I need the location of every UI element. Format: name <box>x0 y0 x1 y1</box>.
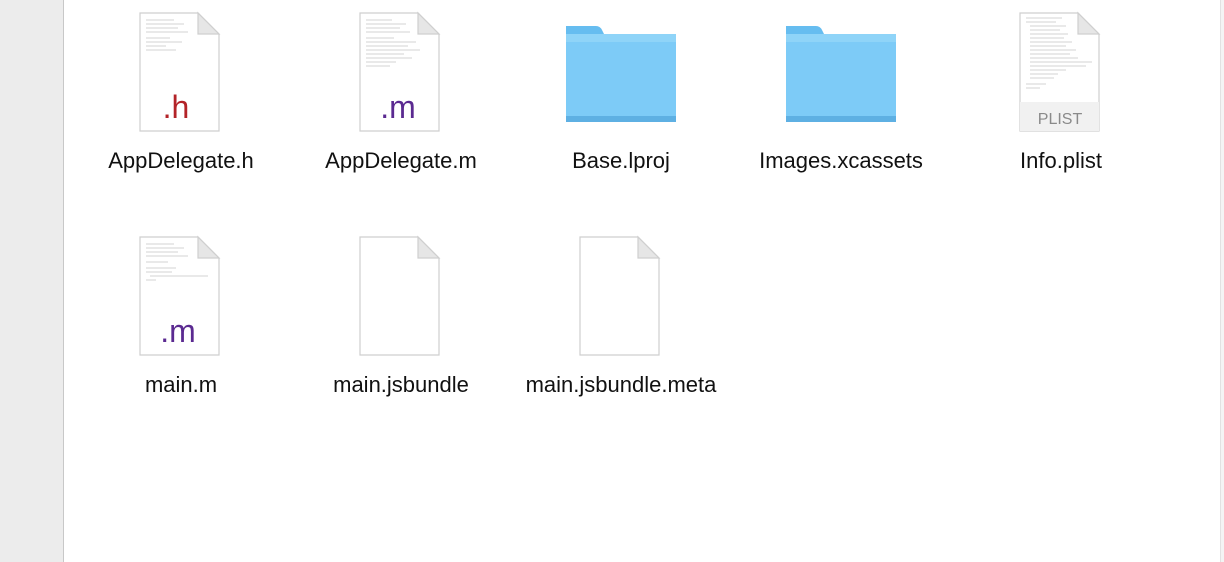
scrollbar[interactable] <box>1220 0 1224 562</box>
file-item-images-xcassets[interactable]: Images.xcassets <box>731 0 951 177</box>
file-item-appdelegate-m[interactable]: .m AppDelegate.m <box>291 0 511 177</box>
objc-file-icon: .m <box>346 0 456 134</box>
file-name: main.m <box>144 372 218 397</box>
file-item-main-jsbundle-meta[interactable]: main.jsbundle.meta <box>511 224 731 401</box>
file-badge: PLIST <box>1038 111 1083 128</box>
sidebar <box>0 0 64 562</box>
file-item-info-plist[interactable]: PLIST Info.plist <box>951 0 1171 177</box>
blank-document-icon <box>566 224 676 358</box>
header-file-icon: .h <box>126 0 236 134</box>
file-name: Base.lproj <box>572 148 670 173</box>
folder-icon <box>566 0 676 134</box>
file-name: AppDelegate.m <box>325 148 477 173</box>
file-name: main.jsbundle <box>333 372 469 397</box>
file-name: AppDelegate.h <box>108 148 254 173</box>
file-item-main-m[interactable]: .m main.m <box>71 224 291 401</box>
plist-file-icon: PLIST <box>1006 0 1116 134</box>
file-name: main.jsbundle.meta <box>525 372 717 397</box>
file-badge: .h <box>163 89 190 125</box>
file-item-main-jsbundle[interactable]: main.jsbundle <box>291 224 511 401</box>
file-item-base-lproj[interactable]: Base.lproj <box>511 0 731 177</box>
file-badge: .m <box>380 89 416 125</box>
file-badge: .m <box>160 313 196 349</box>
file-name: Images.xcassets <box>759 148 923 173</box>
blank-document-icon <box>346 224 456 358</box>
file-item-appdelegate-h[interactable]: .h AppDelegate.h <box>71 0 291 177</box>
folder-icon <box>786 0 896 134</box>
file-name: Info.plist <box>1020 148 1102 173</box>
objc-file-icon: .m <box>126 224 236 358</box>
